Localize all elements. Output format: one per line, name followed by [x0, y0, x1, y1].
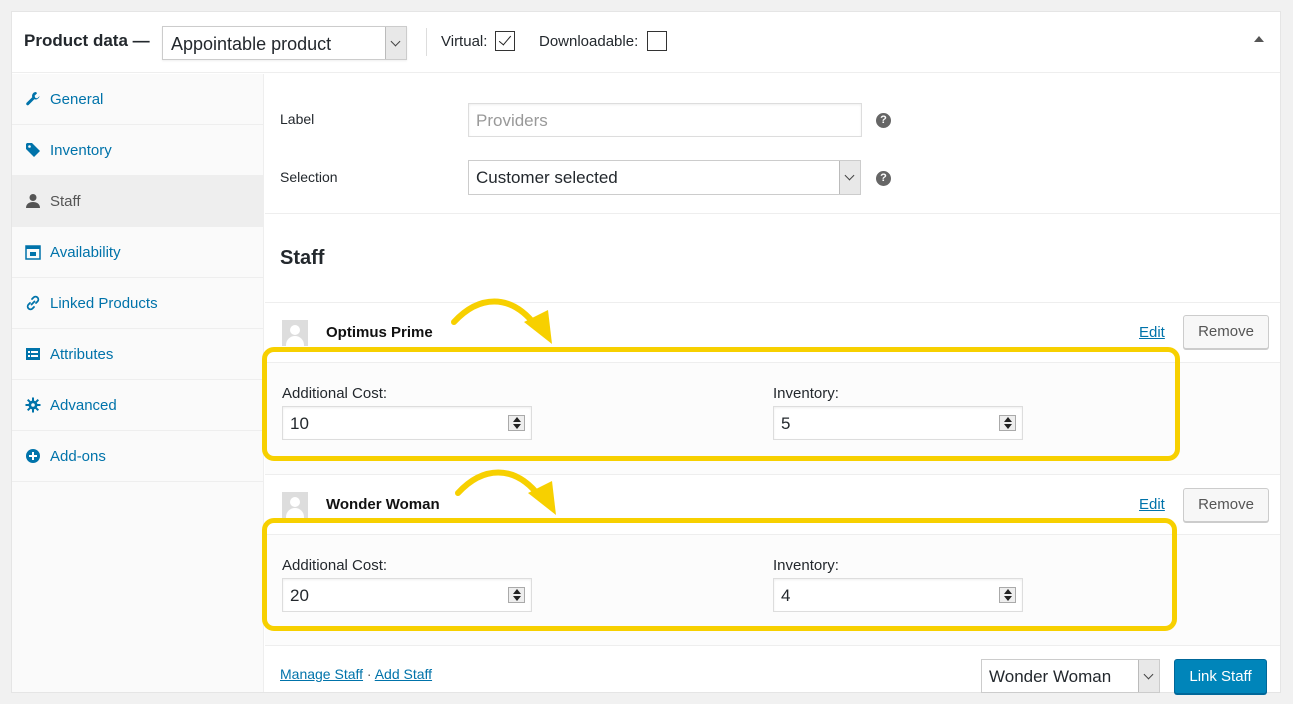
additional-cost-value: 20 [290, 586, 309, 605]
staff-name: Optimus Prime [326, 324, 433, 341]
tab-staff[interactable]: Staff [12, 176, 263, 227]
collapse-arrow-icon[interactable] [1254, 36, 1264, 42]
tab-general-label: General [50, 91, 104, 108]
remove-staff-button[interactable]: Remove [1183, 488, 1269, 522]
staff-member-row: Optimus Prime Edit Remove [265, 303, 1280, 362]
product-data-title: Product data — [24, 31, 150, 50]
tab-inventory-label: Inventory [50, 142, 112, 159]
tab-add-ons[interactable]: Add-ons [12, 431, 263, 482]
product-data-header: Product data — Appointable product Virtu… [12, 12, 1280, 73]
staff-select[interactable]: Wonder Woman [981, 659, 1160, 693]
downloadable-label: Downloadable: [539, 33, 639, 50]
link-icon [24, 295, 42, 313]
additional-cost-value: 10 [290, 414, 309, 433]
tab-linked-products-label: Linked Products [50, 295, 158, 312]
additional-cost-label: Additional Cost: [282, 557, 388, 574]
inventory-input[interactable]: 5 [773, 406, 1023, 440]
link-separator: · [366, 666, 372, 682]
tab-advanced[interactable]: Advanced [12, 380, 263, 431]
virtual-label: Virtual: [441, 33, 488, 50]
tab-general[interactable]: General [12, 74, 263, 125]
avatar [282, 492, 308, 518]
staff-name: Wonder Woman [326, 496, 440, 513]
number-stepper-icon[interactable] [999, 415, 1016, 431]
product-data-panel: Product data — Appointable product Virtu… [11, 11, 1281, 694]
tab-availability[interactable]: Availability [12, 227, 263, 278]
tab-advanced-label: Advanced [50, 397, 117, 414]
staff-member-details: Additional Cost: 10 Inventory: 5 [265, 362, 1280, 474]
downloadable-checkbox[interactable] [647, 31, 667, 51]
number-stepper-icon[interactable] [508, 415, 525, 431]
wrench-icon [24, 91, 42, 109]
person-icon [24, 193, 42, 211]
edit-staff-link[interactable]: Edit [1139, 496, 1165, 513]
link-staff-button[interactable]: Link Staff [1174, 659, 1267, 694]
label-field-label: Label [280, 111, 315, 127]
staff-options-panel: Label Providers ? Selection Customer sel… [265, 74, 1280, 694]
staff-member-details: Additional Cost: 20 Inventory: 4 [265, 534, 1280, 645]
tab-add-ons-label: Add-ons [50, 448, 106, 465]
list-icon [24, 346, 42, 364]
tab-attributes-label: Attributes [50, 346, 114, 363]
staff-footer-links: Manage Staff · Add Staff [280, 666, 432, 682]
tag-icon [24, 142, 42, 160]
tab-availability-label: Availability [50, 244, 121, 261]
selection-value: Customer selected [476, 168, 618, 187]
inventory-value: 5 [781, 414, 791, 433]
staff-member-row: Wonder Woman Edit Remove [265, 474, 1280, 534]
virtual-checkbox[interactable] [495, 31, 515, 51]
help-icon[interactable]: ? [876, 171, 891, 186]
product-type-value: Appointable product [171, 34, 332, 54]
remove-staff-button[interactable]: Remove [1183, 315, 1269, 349]
staff-select-value: Wonder Woman [989, 667, 1112, 686]
number-stepper-icon[interactable] [508, 587, 525, 603]
tab-attributes[interactable]: Attributes [12, 329, 263, 380]
number-stepper-icon[interactable] [999, 587, 1016, 603]
inventory-label: Inventory: [773, 557, 839, 574]
inventory-label: Inventory: [773, 385, 839, 402]
manage-staff-link[interactable]: Manage Staff [280, 666, 363, 682]
inventory-value: 4 [781, 586, 791, 605]
tab-staff-label: Staff [50, 193, 81, 210]
inventory-input[interactable]: 4 [773, 578, 1023, 612]
chevron-down-icon [385, 27, 406, 59]
additional-cost-input[interactable]: 10 [282, 406, 532, 440]
calendar-icon [24, 244, 42, 262]
header-divider [426, 28, 427, 56]
product-type-select[interactable]: Appointable product [162, 26, 407, 60]
chevron-down-icon [1138, 660, 1159, 692]
label-input-placeholder: Providers [476, 111, 548, 130]
gear-icon [24, 397, 42, 415]
tab-linked-products[interactable]: Linked Products [12, 278, 263, 329]
product-data-tabs: General Inventory Staff Availability Lin… [12, 74, 264, 692]
plus-circle-icon [24, 448, 42, 466]
chevron-down-icon [839, 161, 860, 194]
additional-cost-label: Additional Cost: [282, 385, 388, 402]
add-staff-link[interactable]: Add Staff [375, 666, 432, 682]
label-input[interactable]: Providers [468, 103, 862, 137]
divider [265, 213, 1280, 214]
edit-staff-link[interactable]: Edit [1139, 324, 1165, 341]
help-icon[interactable]: ? [876, 113, 891, 128]
additional-cost-input[interactable]: 20 [282, 578, 532, 612]
selection-select[interactable]: Customer selected [468, 160, 861, 195]
divider [265, 645, 1280, 646]
staff-heading: Staff [280, 247, 325, 269]
avatar [282, 320, 308, 346]
selection-field-label: Selection [280, 169, 338, 185]
tab-inventory[interactable]: Inventory [12, 125, 263, 176]
